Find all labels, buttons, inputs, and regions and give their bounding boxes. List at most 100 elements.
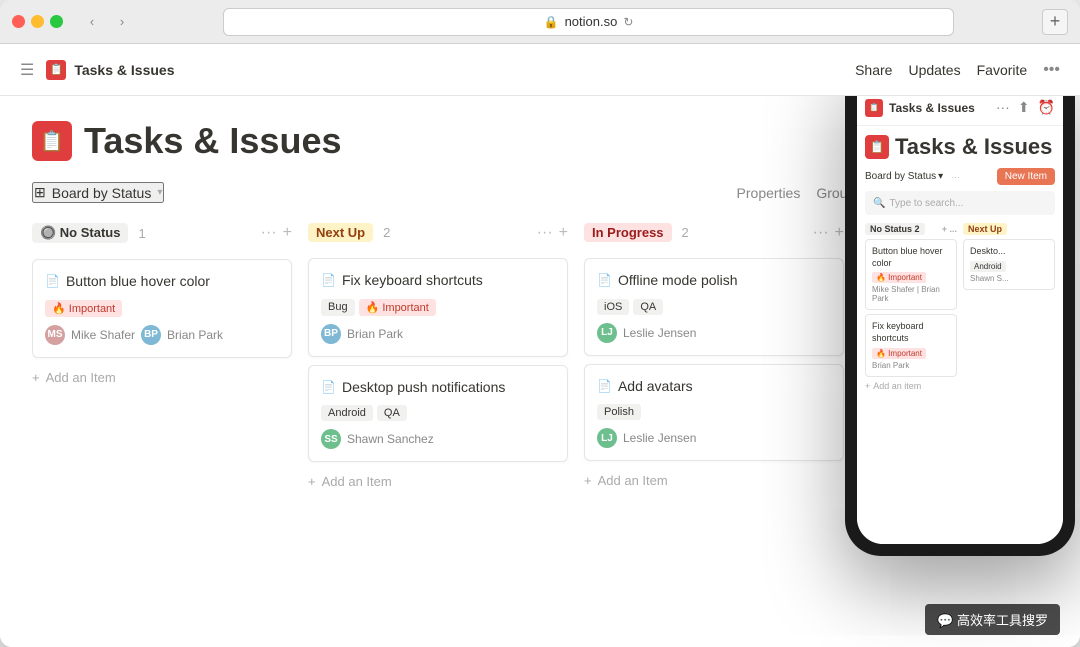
new-tab-button[interactable]: +	[1042, 9, 1068, 35]
phone-nav-title: Tasks & Issues	[889, 101, 990, 115]
nav-buttons: ‹ ›	[79, 12, 135, 32]
phone-view-btn[interactable]: Board by Status ▾	[865, 171, 943, 182]
column-title-badge-next-up: Next Up	[308, 223, 373, 242]
maximize-button[interactable]	[50, 15, 63, 28]
phone-search[interactable]: 🔍 Type to search...	[865, 191, 1055, 215]
phone-card-title-2: Fix keyboard shortcuts	[872, 321, 950, 344]
mac-window: ‹ › 🔒 notion.so ↻ + ☰ 📋 Tasks & Issues S…	[0, 0, 1080, 647]
phone-add-no-status[interactable]: + Add an item	[865, 381, 957, 391]
board-view-button[interactable]: ⊞ Board by Status ▾	[32, 182, 164, 203]
doc-icon: 📄	[45, 274, 60, 288]
add-item-label: Add an Item	[322, 474, 392, 489]
avatar-lj2: LJ	[597, 428, 617, 448]
phone-new-btn[interactable]: New Item	[997, 168, 1055, 185]
phone-card-1[interactable]: Button blue hover color 🔥 Important Mike…	[865, 239, 957, 310]
column-more-button-next-up[interactable]: ···	[537, 225, 553, 241]
column-more-button-in-progress[interactable]: ···	[813, 225, 829, 241]
properties-button[interactable]: Properties	[737, 185, 801, 201]
more-icon[interactable]: •••	[1043, 61, 1060, 79]
column-title-badge-no-status: 🔘 No Status	[32, 223, 128, 243]
card-title: Button blue hover color	[66, 272, 210, 292]
column-more-button-no-status[interactable]: ···	[261, 225, 277, 241]
nav-right: Share Updates Favorite •••	[855, 61, 1060, 79]
plus-icon: +	[32, 370, 40, 385]
phone-col-header-next-up: Next Up	[963, 223, 1055, 235]
avatar-bp: BP	[321, 324, 341, 344]
phone-card-title-1: Button blue hover color	[872, 246, 950, 269]
phone-mockup: Carrier 3:57 PM ● ▌▌ 🔋 📋 Tasks & Issues …	[830, 96, 1080, 576]
add-item-in-progress[interactable]: + Add an Item	[584, 469, 844, 492]
add-item-next-up[interactable]: + Add an Item	[308, 470, 568, 493]
column-title-badge-in-progress: In Progress	[584, 223, 672, 242]
phone-content: 📋 Tasks & Issues Board by Status ▾ ··· N…	[857, 126, 1063, 544]
card-title: Offline mode polish	[618, 271, 738, 291]
column-add-button-no-status[interactable]: +	[283, 225, 292, 241]
phone-ellipsis[interactable]: ···	[951, 172, 960, 182]
phone-col-badge-next-up: Next Up	[963, 223, 1007, 235]
phone-col-add-no-status[interactable]: + ...	[942, 224, 957, 234]
nav-app-title: Tasks & Issues	[74, 62, 174, 78]
tag-qa: QA	[377, 405, 407, 421]
avatar-ms: MS	[45, 325, 65, 345]
card-tags: Bug Important	[321, 299, 555, 316]
card-offline-mode[interactable]: 📄 Offline mode polish iOS QA LJ Leslie J…	[584, 258, 844, 356]
person-shawn: Shawn Sanchez	[347, 432, 434, 446]
person-brian: Brian Park	[167, 328, 223, 342]
card-title: Desktop push notifications	[342, 378, 505, 398]
add-item-label: Add an Item	[46, 370, 116, 385]
phone-body: Carrier 3:57 PM ● ▌▌ 🔋 📋 Tasks & Issues …	[845, 96, 1075, 556]
phone-col-next-up: Next Up Deskto... Android Shawn S...	[963, 223, 1055, 391]
favorite-button[interactable]: Favorite	[977, 62, 1028, 78]
phone-more-icon[interactable]: ···	[996, 99, 1010, 116]
card-add-avatars[interactable]: 📄 Add avatars Polish LJ Leslie Jensen	[584, 364, 844, 462]
app-icon: 📋	[46, 60, 66, 80]
card-fix-keyboard[interactable]: 📄 Fix keyboard shortcuts Bug Important B…	[308, 258, 568, 357]
page-title: Tasks & Issues	[84, 120, 341, 162]
card-title-row: 📄 Fix keyboard shortcuts	[321, 271, 555, 291]
phone-page-icon: 📋	[865, 135, 889, 159]
phone-card-people-3: Shawn S...	[970, 274, 1048, 283]
person-mike: Mike Shafer	[71, 328, 135, 342]
minimize-button[interactable]	[31, 15, 44, 28]
hamburger-icon[interactable]: ☰	[20, 60, 34, 80]
phone-card-3[interactable]: Deskto... Android Shawn S...	[963, 239, 1055, 290]
doc-icon: 📄	[321, 380, 336, 394]
card-button-blue[interactable]: 📄 Button blue hover color Important MS M…	[32, 259, 292, 358]
tag-qa: QA	[633, 299, 663, 315]
doc-icon: 📄	[597, 379, 612, 393]
avatar-bp: BP	[141, 325, 161, 345]
add-item-label: Add an Item	[598, 473, 668, 488]
phone-screen: Carrier 3:57 PM ● ▌▌ 🔋 📋 Tasks & Issues …	[857, 96, 1063, 544]
card-footer: SS Shawn Sanchez	[321, 429, 555, 449]
doc-icon: 📄	[597, 273, 612, 287]
phone-card-title-3: Deskto...	[970, 246, 1048, 258]
phone-add-label: Add an item	[873, 381, 921, 391]
traffic-lights	[12, 15, 63, 28]
tag-bug: Bug	[321, 299, 355, 316]
column-add-button-next-up[interactable]: +	[559, 225, 568, 241]
close-button[interactable]	[12, 15, 25, 28]
chevron-down-icon: ▾	[157, 187, 162, 198]
add-item-no-status[interactable]: + Add an Item	[32, 366, 292, 389]
plus-icon: +	[308, 474, 316, 489]
card-title-row: 📄 Add avatars	[597, 377, 831, 397]
updates-button[interactable]: Updates	[908, 62, 960, 78]
board-icon: ⊞	[34, 184, 46, 201]
column-actions-no-status: ··· +	[261, 225, 292, 241]
column-count-no-status: 1	[138, 226, 145, 241]
back-button[interactable]: ‹	[79, 12, 105, 32]
card-tags: iOS QA	[597, 299, 831, 315]
share-button[interactable]: Share	[855, 62, 892, 78]
avatar-lj: LJ	[597, 323, 617, 343]
forward-button[interactable]: ›	[109, 12, 135, 32]
card-desktop-push[interactable]: 📄 Desktop push notifications Android QA …	[308, 365, 568, 463]
phone-tag-important-1: 🔥 Important	[872, 272, 926, 283]
phone-card-2[interactable]: Fix keyboard shortcuts 🔥 Important Brian…	[865, 314, 957, 376]
tag-android: Android	[321, 405, 373, 421]
url-input[interactable]: 🔒 notion.so ↻	[223, 8, 954, 36]
card-tags: Important	[45, 300, 279, 317]
phone-tag-android-1: Android	[970, 261, 1006, 272]
phone-star-icon[interactable]: ⏰	[1038, 99, 1055, 116]
card-title-row: 📄 Offline mode polish	[597, 271, 831, 291]
phone-share-icon[interactable]: ⬆	[1018, 99, 1030, 116]
